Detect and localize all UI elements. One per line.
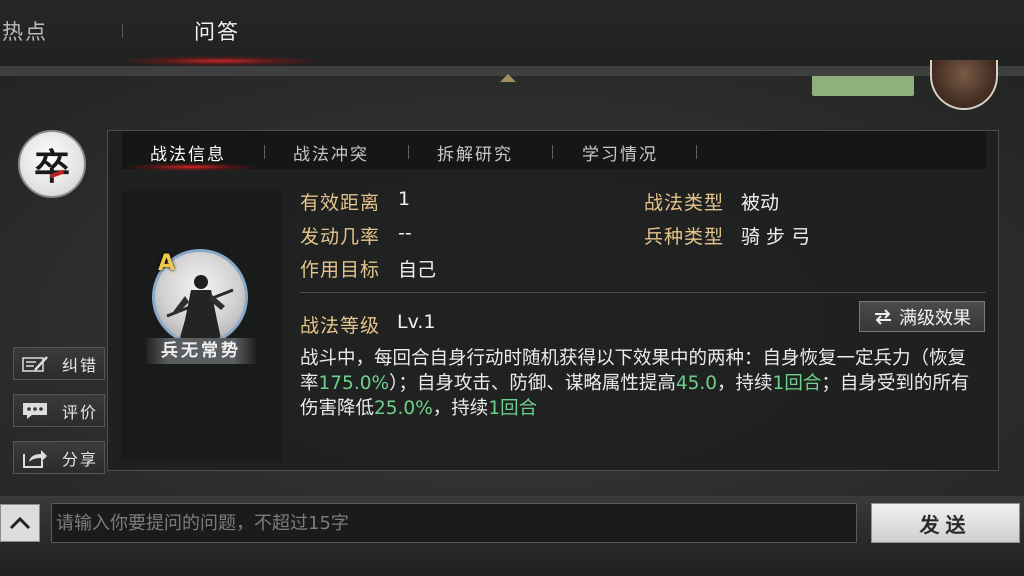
tab-hot[interactable]: 热点 bbox=[2, 16, 48, 46]
desc-value: 1回合 bbox=[772, 373, 822, 394]
desc-value: 25.0% bbox=[374, 398, 433, 419]
tab-divider bbox=[696, 145, 697, 159]
max-effect-label: 满级效果 bbox=[899, 307, 971, 329]
desc-value: 1回合 bbox=[488, 398, 538, 419]
skill-name: 兵无常势 bbox=[146, 338, 256, 364]
user-tag bbox=[812, 76, 914, 96]
chevron-up-icon bbox=[9, 516, 31, 530]
divider bbox=[300, 292, 986, 293]
question-input[interactable] bbox=[52, 504, 856, 542]
correct-button[interactable]: 纠错 bbox=[13, 347, 105, 380]
tab-divider bbox=[408, 145, 409, 159]
target-value: 自己 bbox=[398, 259, 437, 281]
expand-button[interactable] bbox=[0, 504, 40, 542]
troop-type-label: 兵种类型 bbox=[644, 226, 725, 248]
active-tab-indicator bbox=[120, 56, 320, 66]
edit-icon bbox=[22, 355, 48, 372]
comment-button[interactable]: 评价 bbox=[13, 394, 105, 427]
rate-value: -- bbox=[398, 222, 412, 244]
skill-type-label: 战法类型 bbox=[644, 192, 725, 214]
correct-label: 纠错 bbox=[62, 355, 99, 375]
troop-type-value: 骑 步 弓 bbox=[741, 226, 811, 248]
target-label: 作用目标 bbox=[300, 259, 381, 281]
desc-value: 175.0% bbox=[318, 373, 390, 394]
tab-divider bbox=[264, 145, 265, 159]
level-label: 战法等级 bbox=[300, 315, 381, 337]
desc-text: ）；自身攻击、防御、谋略属性提高 bbox=[389, 373, 676, 394]
warrior-icon bbox=[166, 275, 234, 342]
skill-grade: A bbox=[158, 251, 176, 276]
desc-text: ，持续 bbox=[717, 373, 773, 394]
tab-divider bbox=[122, 24, 123, 38]
max-effect-button[interactable]: 满级效果 bbox=[859, 301, 985, 332]
caret-up-icon bbox=[500, 74, 516, 82]
swap-icon bbox=[875, 308, 891, 325]
desc-value: 45.0 bbox=[675, 373, 718, 394]
comment-label: 评价 bbox=[62, 402, 99, 422]
chat-icon bbox=[23, 402, 47, 419]
send-button[interactable]: 发送 bbox=[871, 503, 1020, 543]
tab-skill-conflict[interactable]: 战法冲突 bbox=[293, 140, 369, 165]
question-input-box bbox=[51, 503, 857, 543]
share-icon bbox=[23, 449, 47, 468]
tab-divider bbox=[552, 145, 553, 159]
share-label: 分享 bbox=[62, 449, 99, 469]
range-label: 有效距离 bbox=[300, 192, 381, 214]
tab-learning-status[interactable]: 学习情况 bbox=[582, 140, 658, 165]
range-value: 1 bbox=[398, 188, 411, 210]
tab-qa[interactable]: 问答 bbox=[194, 16, 240, 46]
skill-description: 战斗中，每回合自身行动时随机获得以下效果中的两种：自身恢复一定兵力（恢复率175… bbox=[300, 346, 982, 421]
rate-label: 发动几率 bbox=[300, 226, 381, 248]
active-card-tab-indicator bbox=[126, 163, 256, 171]
tab-disassemble-research[interactable]: 拆解研究 bbox=[437, 140, 513, 165]
desc-text: ，持续 bbox=[432, 398, 489, 419]
skill-type-value: 被动 bbox=[741, 192, 780, 214]
level-value: Lv.1 bbox=[397, 311, 436, 333]
tab-skill-info[interactable]: 战法信息 bbox=[150, 140, 226, 165]
share-button[interactable]: 分享 bbox=[13, 441, 105, 474]
rank-badge: 卒 bbox=[18, 130, 86, 198]
